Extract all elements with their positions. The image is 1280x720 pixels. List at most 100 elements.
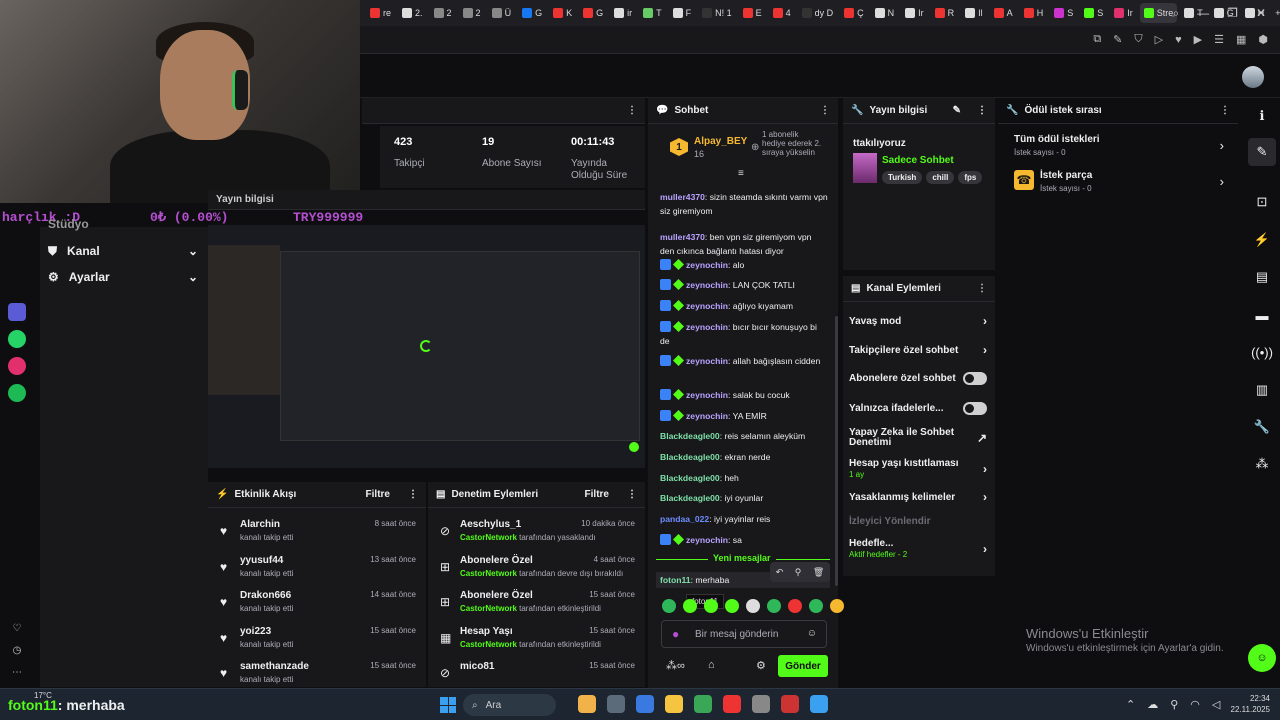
browser-tab[interactable]: 2 (430, 3, 456, 23)
store-icon[interactable]: ⌂ (708, 659, 715, 671)
support-fab-icon[interactable]: ☺ (1248, 644, 1276, 672)
chat-username[interactable]: zeynochin (686, 260, 728, 270)
taskbar-app-icon[interactable] (578, 695, 596, 713)
chat-icon[interactable]: ▬ (1248, 301, 1276, 329)
play-icon[interactable]: ▷ (1155, 33, 1163, 46)
clock-icon[interactable]: ◷ (8, 641, 26, 659)
chat-message[interactable]: Blackdeagle00: iyi oyunlar (660, 491, 828, 505)
emote-icon[interactable] (683, 599, 697, 613)
edit-icon[interactable]: ✎ (953, 105, 961, 116)
trash-icon[interactable]: 🗑 (813, 567, 824, 578)
instagram-icon[interactable] (8, 357, 26, 375)
settings-icon[interactable]: ⬢ (1258, 33, 1268, 46)
heart-icon[interactable]: ♥ (1175, 34, 1182, 46)
restore-icon[interactable]: ❐ (1227, 6, 1238, 20)
chat-scrollbar[interactable] (835, 316, 838, 586)
chat-username[interactable]: Blackdeagle00 (660, 473, 720, 483)
windows-start-icon[interactable] (440, 697, 456, 713)
moderation-row[interactable]: ⊞ Abonelere Özel CastorNetwork tarafından … (436, 552, 637, 586)
taskbar-app-icon[interactable] (723, 695, 741, 713)
bolt-icon[interactable]: ⚡ (1248, 226, 1276, 254)
taskbar-app-icon[interactable] (781, 695, 799, 713)
channel-action-row[interactable]: Yavaş mod › (849, 314, 987, 328)
chat-message[interactable]: zeynochin: sa (660, 533, 828, 547)
chat-username[interactable]: zeynochin (686, 356, 728, 366)
chat-username[interactable]: pandaa_022 (660, 514, 709, 524)
clock[interactable]: 22:34 22.11.2025 (1222, 693, 1270, 715)
taskbar-app-icon[interactable] (665, 695, 683, 713)
emote-icon[interactable] (662, 599, 676, 613)
gear-icon[interactable]: ⚙ (756, 659, 766, 672)
sidebar-item-studio[interactable]: Stüdyo (48, 217, 198, 231)
chat-username[interactable]: zeynochin (686, 390, 728, 400)
pin-icon[interactable]: ⚲ (795, 567, 802, 578)
browser-tab[interactable]: A (990, 3, 1017, 23)
more-icon[interactable]: ⋯ (8, 663, 26, 681)
external-link-icon[interactable]: ↗ (977, 431, 987, 445)
browser-tab[interactable]: T (639, 3, 666, 23)
chat-message[interactable]: zeynochin: LAN ÇOK TATLI (660, 278, 828, 292)
emote-icon[interactable] (788, 599, 802, 613)
tag-chip[interactable]: chill (926, 171, 955, 184)
volume-icon[interactable]: ◁ (1212, 698, 1220, 711)
more-icon[interactable]: ⋮ (627, 489, 637, 500)
toggle-switch[interactable] (963, 372, 987, 385)
broadcast-icon[interactable]: ((•)) (1248, 338, 1276, 366)
sidebar-item-ayarlar[interactable]: ⚙ Ayarlar ⌄ (48, 264, 198, 290)
chat-message[interactable]: pandaa_022: iyi yayinlar reis (660, 512, 828, 526)
channel-action-row[interactable]: Takipçilere özel sohbet › (849, 343, 987, 357)
channel-action-row[interactable]: Abonelere özel sohbet (849, 372, 987, 385)
browser-tab[interactable]: Ü (488, 3, 516, 23)
browser-tab[interactable]: N (871, 3, 899, 23)
reply-icon[interactable]: ↶ (776, 567, 784, 578)
more-icon[interactable]: ⋮ (977, 105, 987, 116)
chat-message[interactable]: muller4370: sizin steamda sıkıntı varmı … (660, 190, 828, 218)
chat-message[interactable]: Blackdeagle00: reis selamın aleyküm (660, 429, 828, 443)
chat-message[interactable]: zeynochin: bıcır bıcır konuşuyo bi de (660, 320, 828, 348)
chat-message[interactable]: zeynochin: allah bağışlasın cidden (660, 354, 828, 368)
browser-tab[interactable]: Ç (840, 3, 868, 23)
emote-icon[interactable] (704, 599, 718, 613)
chevron-up-icon[interactable]: ⌃ (1126, 698, 1135, 711)
collapse-icon[interactable]: ≡ (738, 168, 744, 179)
chat-username[interactable]: Blackdeagle00 (660, 431, 720, 441)
channel-action-row[interactable]: Yapay Zeka ile Sohbet Denetimi ↗ (849, 428, 987, 448)
emote-icon[interactable] (830, 599, 844, 613)
more-icon[interactable]: ⋮ (977, 283, 987, 294)
channel-action-row[interactable]: Yasaklanmış kelimeler › (849, 490, 987, 504)
edit-icon[interactable]: ✎ (1248, 138, 1276, 166)
browser-tab[interactable]: re (366, 3, 395, 23)
browser-tab[interactable]: G (579, 3, 607, 23)
heart-icon[interactable]: ♡ (8, 619, 26, 637)
tag-chip[interactable]: Turkish (882, 171, 923, 184)
activity-row[interactable]: ♥ Drakon666 kanalı takip etti 14 saat önce (216, 587, 418, 621)
chat-username[interactable]: Blackdeagle00 (660, 452, 720, 462)
activity-row[interactable]: ♥ yyusuf44 kanalı takip etti 13 saat önce (216, 552, 418, 586)
chat-username[interactable]: zeynochin (686, 535, 728, 545)
chat-message[interactable]: Blackdeagle00: ekran nerde (660, 450, 828, 464)
search-icon[interactable]: ⌕ (1172, 6, 1179, 21)
wifi-icon[interactable]: ◠ (1190, 698, 1200, 711)
channel-action-row[interactable]: Hesap yaşı kıstıtlaması 1 ay › (849, 458, 987, 480)
chat-message[interactable]: Blackdeagle00: heh (660, 471, 828, 485)
emote-icon[interactable] (725, 599, 739, 613)
wrench-icon[interactable]: 🔧 (1248, 413, 1276, 441)
browser-tab[interactable]: H (1020, 3, 1048, 23)
reward-row-all[interactable]: Tüm ödül istekleri İstek sayısı - 0 › (1014, 134, 1224, 160)
chat-username[interactable]: zeynochin (686, 301, 728, 311)
more-icon[interactable]: ⋮ (627, 105, 637, 116)
close-icon[interactable]: ✕ (1256, 6, 1266, 20)
filter-button[interactable]: Filtre (585, 489, 609, 500)
browser-tab[interactable]: dy D (798, 3, 838, 23)
avatar[interactable] (1242, 66, 1264, 88)
target-icon[interactable]: ⊡ (1248, 188, 1276, 216)
browser-tab[interactable]: F (669, 3, 696, 23)
browser-tab[interactable]: K (549, 3, 576, 23)
browser-tab[interactable]: Ir (1110, 3, 1137, 23)
network-icon[interactable]: ☁ (1147, 698, 1158, 711)
shield-icon[interactable]: ⛉ (1134, 33, 1142, 46)
sidebar-item-kanal[interactable]: ⛊ Kanal ⌄ (48, 238, 198, 264)
stream-preview[interactable] (208, 225, 645, 468)
chat-input[interactable]: ● Bir mesaj gönderin ☺ (661, 620, 827, 648)
spotify-icon[interactable] (8, 384, 26, 402)
